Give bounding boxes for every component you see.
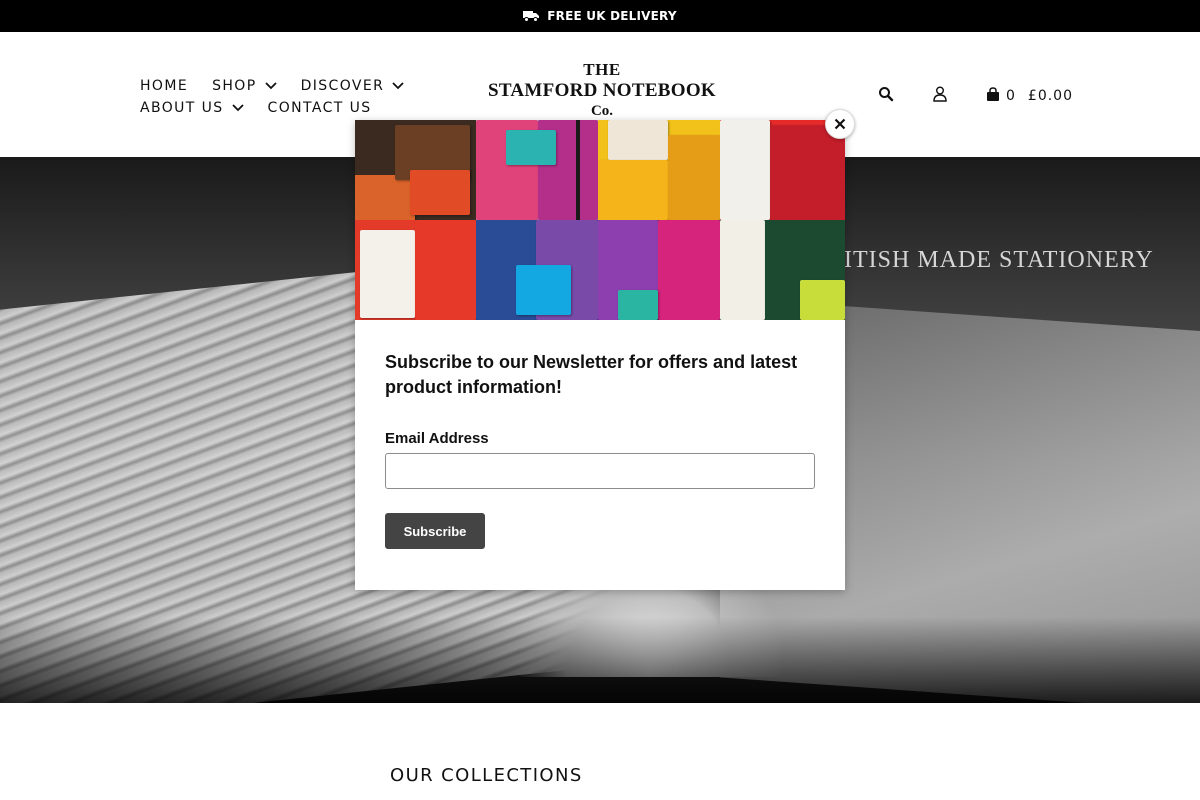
nav-item-contact-us[interactable]: CONTACT US	[268, 100, 372, 116]
chevron-down-icon	[231, 104, 244, 112]
nav-item-shop[interactable]: SHOP	[212, 78, 277, 94]
bag-icon	[986, 86, 1000, 106]
announcement-bar: FREE UK DELIVERY	[0, 0, 1200, 32]
email-field[interactable]	[385, 453, 815, 489]
close-icon	[834, 115, 846, 134]
nav-item-discover[interactable]: DISCOVER	[301, 78, 405, 94]
nav-item-label: CONTACT US	[267, 100, 372, 116]
newsletter-modal: Subscribe to our Newsletter for offers a…	[355, 120, 845, 590]
search-icon	[878, 86, 894, 106]
notebook-tile	[720, 120, 845, 220]
notebook-tile	[355, 120, 476, 220]
modal-notebooks-image	[355, 120, 845, 320]
notebook-tile	[598, 220, 720, 320]
hero-shadow	[0, 617, 1200, 703]
main-nav: HOME SHOP DISCOVER ABOUT US CONTACT US	[140, 75, 440, 119]
user-icon	[933, 86, 947, 106]
hero-title: BRITISH MADE STATIONERY	[810, 247, 1154, 273]
logo-line-3: Co.	[590, 103, 614, 119]
logo-line-2: STAMFORD NOTEBOOK	[487, 80, 717, 101]
cart-total: £0.00	[1027, 88, 1074, 104]
account-button[interactable]	[924, 84, 956, 108]
notebook-tile	[476, 120, 598, 220]
notebook-tile	[598, 120, 720, 220]
site-logo[interactable]: THE STAMFORD NOTEBOOK Co.	[482, 60, 722, 120]
notebook-tile	[476, 220, 598, 320]
subscribe-button[interactable]: Subscribe	[385, 513, 485, 549]
cart-count: 0	[1006, 88, 1016, 104]
nav-item-label: HOME	[140, 78, 189, 94]
chevron-down-icon	[264, 82, 277, 90]
chevron-down-icon	[392, 82, 404, 90]
email-label: Email Address	[385, 430, 489, 447]
announcement-text: FREE UK DELIVERY	[547, 9, 677, 23]
cart-button[interactable]: 0 £0.00	[986, 86, 1074, 106]
modal-body: Subscribe to our Newsletter for offers a…	[385, 350, 825, 549]
nav-item-label: ABOUT US	[140, 100, 224, 116]
close-modal-button[interactable]	[825, 109, 855, 139]
nav-item-label: SHOP	[212, 78, 257, 94]
nav-item-about-us[interactable]: ABOUT US	[140, 100, 244, 116]
nav-item-label: DISCOVER	[300, 78, 385, 94]
truck-icon	[523, 10, 540, 22]
notebook-tile	[355, 220, 476, 320]
search-button[interactable]	[870, 84, 902, 108]
notebook-tile	[720, 220, 845, 320]
collections-title: OUR COLLECTIONS	[390, 765, 583, 786]
logo-line-1: THE	[583, 60, 621, 79]
modal-heading: Subscribe to our Newsletter for offers a…	[385, 352, 798, 397]
nav-item-home[interactable]: HOME	[140, 78, 188, 94]
header-tools: 0 £0.00	[870, 84, 1073, 108]
